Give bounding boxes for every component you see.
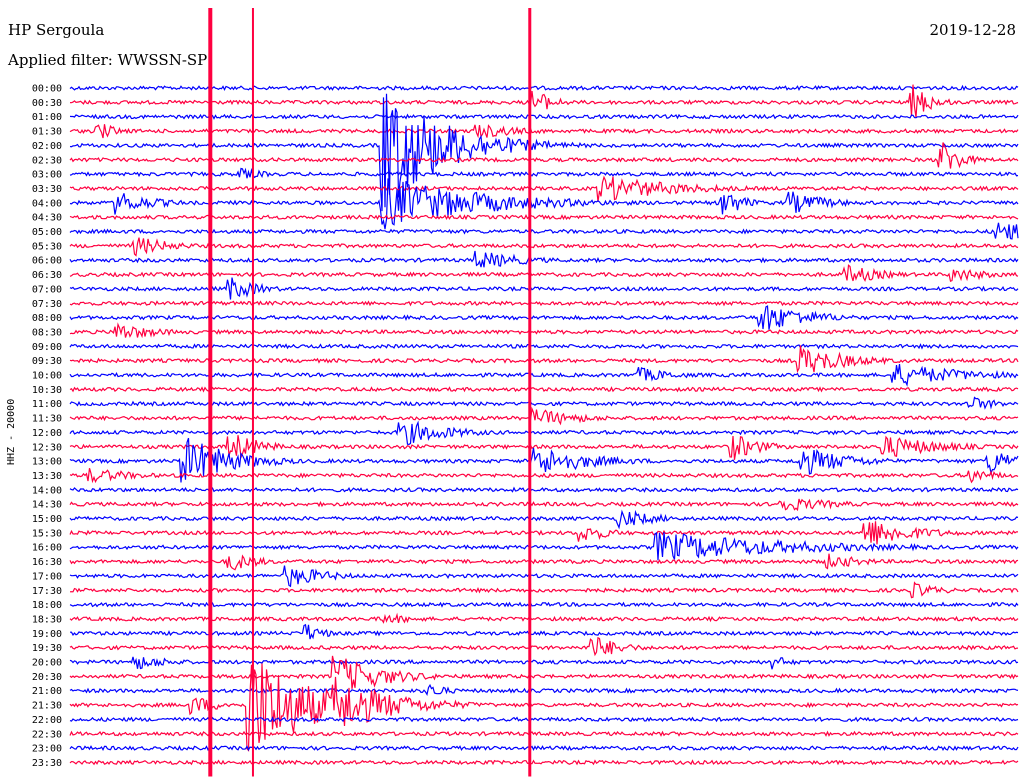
time-label: 14:30 [32,500,62,511]
time-label: 03:30 [32,184,62,195]
helicorder-plot: 00:00 00:30 01:00 01:30 02:00 02:30 03:00 03:30… [6,8,1019,777]
channel-label: HHZ - 20000 [6,399,17,465]
time-label: 06:30 [32,270,62,281]
time-label: 00:30 [32,98,62,109]
time-label: 11:30 [32,414,62,425]
time-label: 23:00 [32,744,62,755]
time-label: 10:00 [32,371,62,382]
time-label: 10:30 [32,385,62,396]
time-label: 19:00 [32,629,62,640]
time-label: 11:00 [32,399,62,410]
time-label: 15:30 [32,528,62,539]
time-label: 01:30 [32,127,62,138]
time-label: 02:00 [32,141,62,152]
time-label: 16:30 [32,557,62,568]
time-label: 12:00 [32,428,62,439]
time-label: 22:30 [32,729,62,740]
time-label: 05:30 [32,241,62,252]
time-label: 21:30 [32,701,62,712]
time-label: 02:30 [32,155,62,166]
time-label: 04:30 [32,213,62,224]
seismic-traces [69,8,1019,777]
time-label: 00:00 [32,84,62,95]
time-label: 16:00 [32,543,62,554]
time-label: 06:00 [32,256,62,267]
time-label: 08:30 [32,327,62,338]
time-label: 14:00 [32,485,62,496]
time-label: 12:30 [32,442,62,453]
time-label: 07:00 [32,284,62,295]
time-label: 07:30 [32,299,62,310]
time-label: 20:30 [32,672,62,683]
time-label: 13:00 [32,457,62,468]
time-label: 04:00 [32,198,62,209]
time-labels: 00:00 00:30 01:00 01:30 02:00 02:30 03:00 03:30… [32,84,62,769]
time-label: 22:00 [32,715,62,726]
time-label: 18:30 [32,614,62,625]
time-label: 13:30 [32,471,62,482]
time-label: 15:00 [32,514,62,525]
time-label: 20:00 [32,658,62,669]
time-label: 21:00 [32,686,62,697]
time-label: 01:00 [32,112,62,123]
time-label: 09:00 [32,342,62,353]
time-label: 18:00 [32,600,62,611]
time-label: 19:30 [32,643,62,654]
time-label: 05:00 [32,227,62,238]
time-label: 08:00 [32,313,62,324]
time-label: 03:00 [32,170,62,181]
time-label: 17:30 [32,586,62,597]
time-label: 09:30 [32,356,62,367]
time-label: 17:00 [32,571,62,582]
time-label: 23:30 [32,758,62,769]
